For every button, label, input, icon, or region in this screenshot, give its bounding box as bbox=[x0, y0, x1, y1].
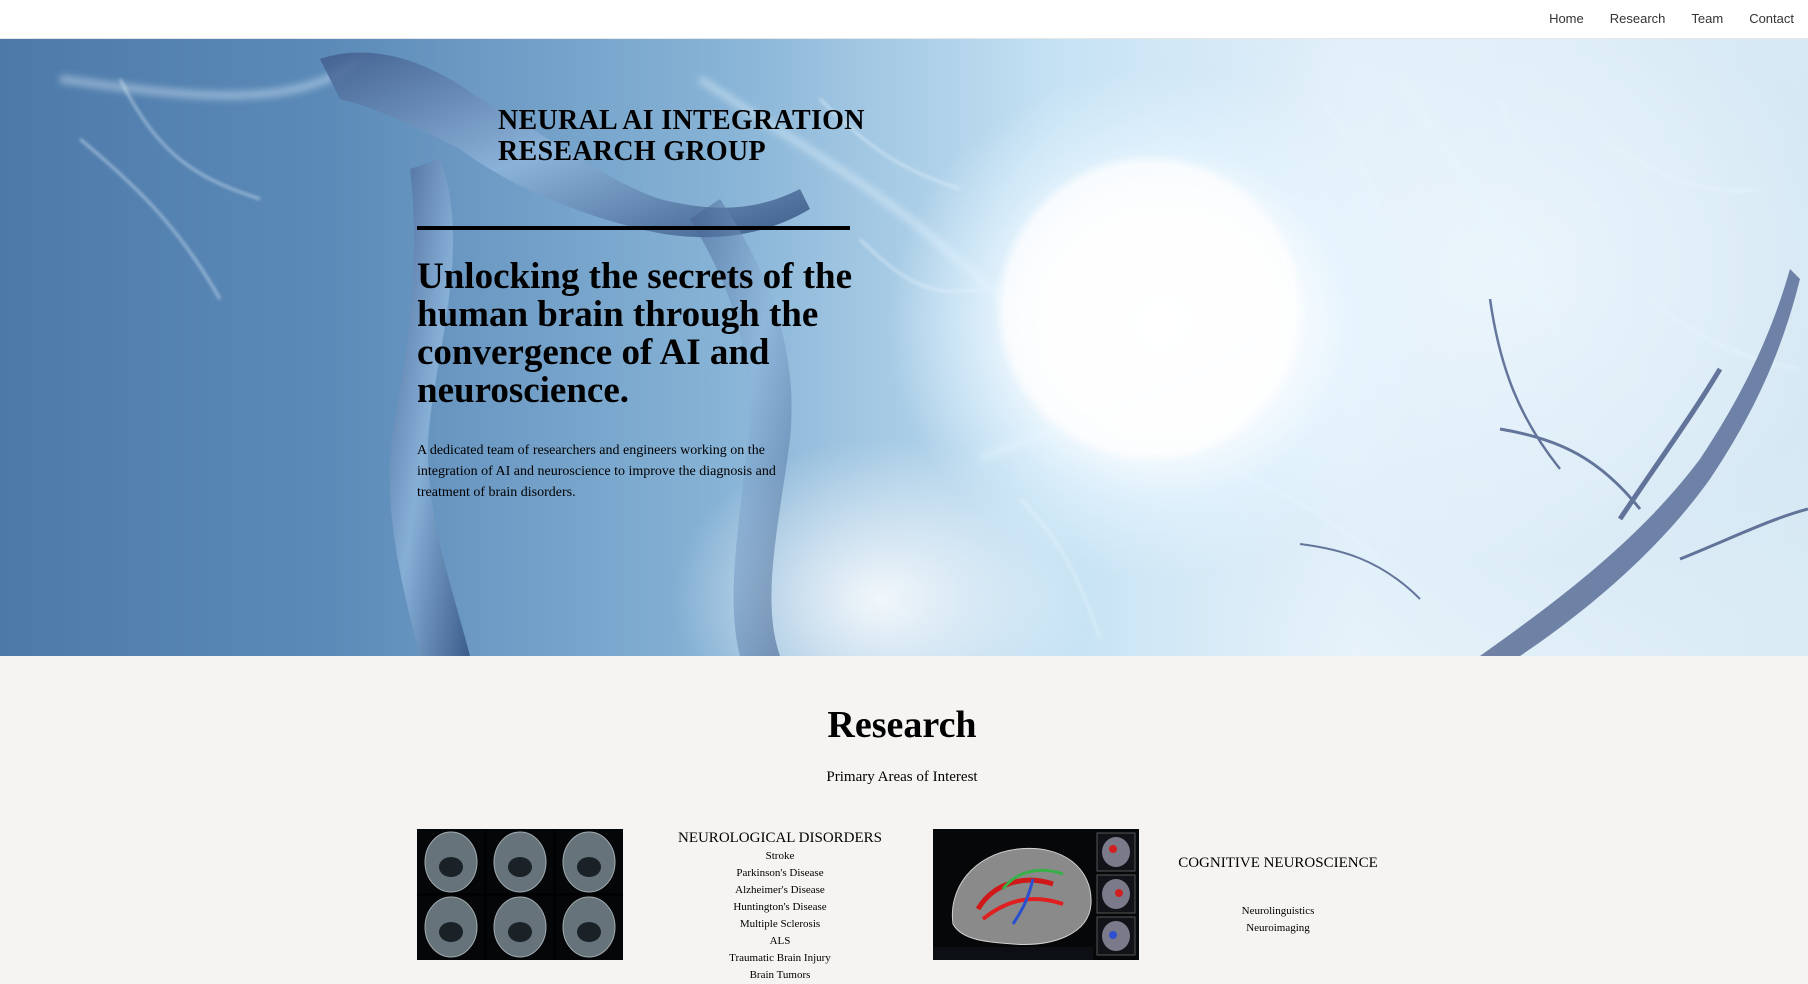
list-item: Multiple Sclerosis bbox=[739, 918, 821, 930]
nav-research-link[interactable]: Research bbox=[1610, 11, 1666, 26]
neurological-disorders-title: NEUROLOGICAL DISORDERS bbox=[677, 830, 883, 846]
list-item: Huntington's Disease bbox=[733, 901, 827, 913]
nav-home-link[interactable]: Home bbox=[1549, 11, 1584, 26]
list-item: Alzheimer's Disease bbox=[735, 884, 825, 896]
list-item: Stroke bbox=[765, 850, 795, 862]
top-nav: Home Research Team Contact bbox=[0, 0, 1808, 39]
neurological-disorders-list: Stroke Parkinson's Disease Alzheimer's D… bbox=[650, 848, 910, 984]
cognitive-neuroscience-list: Neurolinguistics Neuroimaging bbox=[1178, 903, 1378, 937]
brain-tractography-image bbox=[933, 829, 1139, 960]
list-item: Brain Tumors bbox=[749, 969, 811, 981]
list-item: Neuroimaging bbox=[1246, 922, 1310, 934]
cognitive-neuroscience-title: COGNITIVE NEUROSCIENCE bbox=[1178, 855, 1378, 871]
nav-links: Home Research Team Contact bbox=[1523, 11, 1794, 26]
mri-scans-image bbox=[417, 829, 623, 960]
list-item: Neurolinguistics bbox=[1241, 905, 1315, 917]
nav-team-link[interactable]: Team bbox=[1691, 11, 1723, 26]
list-item: ALS bbox=[769, 935, 791, 947]
list-item: Traumatic Brain Injury bbox=[729, 952, 831, 964]
hero-section: NEURAL AI INTEGRATION RESEARCH GROUP Unl… bbox=[0, 39, 1808, 656]
research-subheading: Primary Areas of Interest bbox=[826, 769, 978, 785]
research-heading: Research bbox=[827, 704, 977, 746]
nav-contact-link[interactable]: Contact bbox=[1749, 11, 1794, 26]
hero-divider bbox=[417, 226, 850, 230]
hero-title: NEURAL AI INTEGRATION RESEARCH GROUP bbox=[498, 105, 865, 167]
hero-headline: Unlocking the secrets of the human brain… bbox=[417, 256, 853, 411]
hero-description: A dedicated team of researchers and engi… bbox=[417, 443, 776, 500]
list-item: Parkinson's Disease bbox=[736, 867, 824, 879]
